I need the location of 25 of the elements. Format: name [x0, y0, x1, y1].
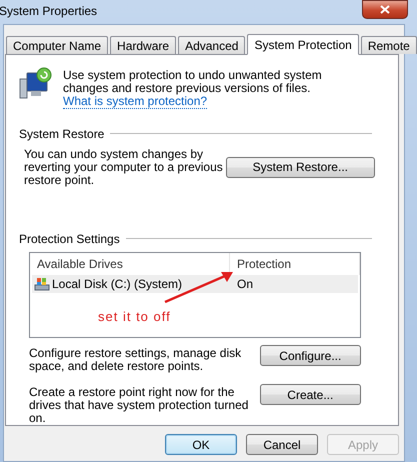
section-heading: System Restore: [19, 126, 104, 141]
tab[interactable]: Hardware: [110, 36, 176, 54]
system-protection-icon: [19, 67, 53, 99]
action-description: Create a restore point right now for the drives that have system protection turned on.: [29, 386, 250, 425]
protection-status: On: [237, 276, 254, 291]
system-restore-text: You can undo system changes by reverting your computer to a previous restore point.: [24, 148, 224, 187]
close-icon: [380, 5, 390, 14]
tab[interactable]: Computer Name: [6, 36, 108, 54]
intro-text: Use system protection to undo unwanted system changes and restore previous versions of files. What is system protection?: [63, 69, 323, 108]
action-button[interactable]: Configure...: [260, 345, 361, 366]
tab[interactable]: Remote: [360, 36, 417, 54]
drive-name: Local Disk (C:) (System): [52, 276, 182, 291]
annotation-text: set it to off: [98, 308, 171, 324]
tab[interactable]: Advanced: [178, 36, 246, 54]
drive-row[interactable]: Local Disk (C:) (System) On: [32, 274, 358, 293]
close-button[interactable]: [362, 0, 408, 19]
action-description: Configure restore settings, manage disk space, and delete restore points.: [29, 347, 242, 373]
drive-icon: [34, 276, 50, 291]
dialog-button[interactable]: Cancel: [246, 434, 318, 455]
tab[interactable]: System Protection: [247, 34, 359, 55]
system-restore-button[interactable]: System Restore...: [226, 156, 375, 178]
help-link[interactable]: What is system protection?: [63, 94, 208, 109]
section-heading: Protection Settings: [19, 232, 120, 246]
action-button[interactable]: Create...: [260, 384, 361, 405]
dialog-button[interactable]: OK: [165, 434, 237, 455]
